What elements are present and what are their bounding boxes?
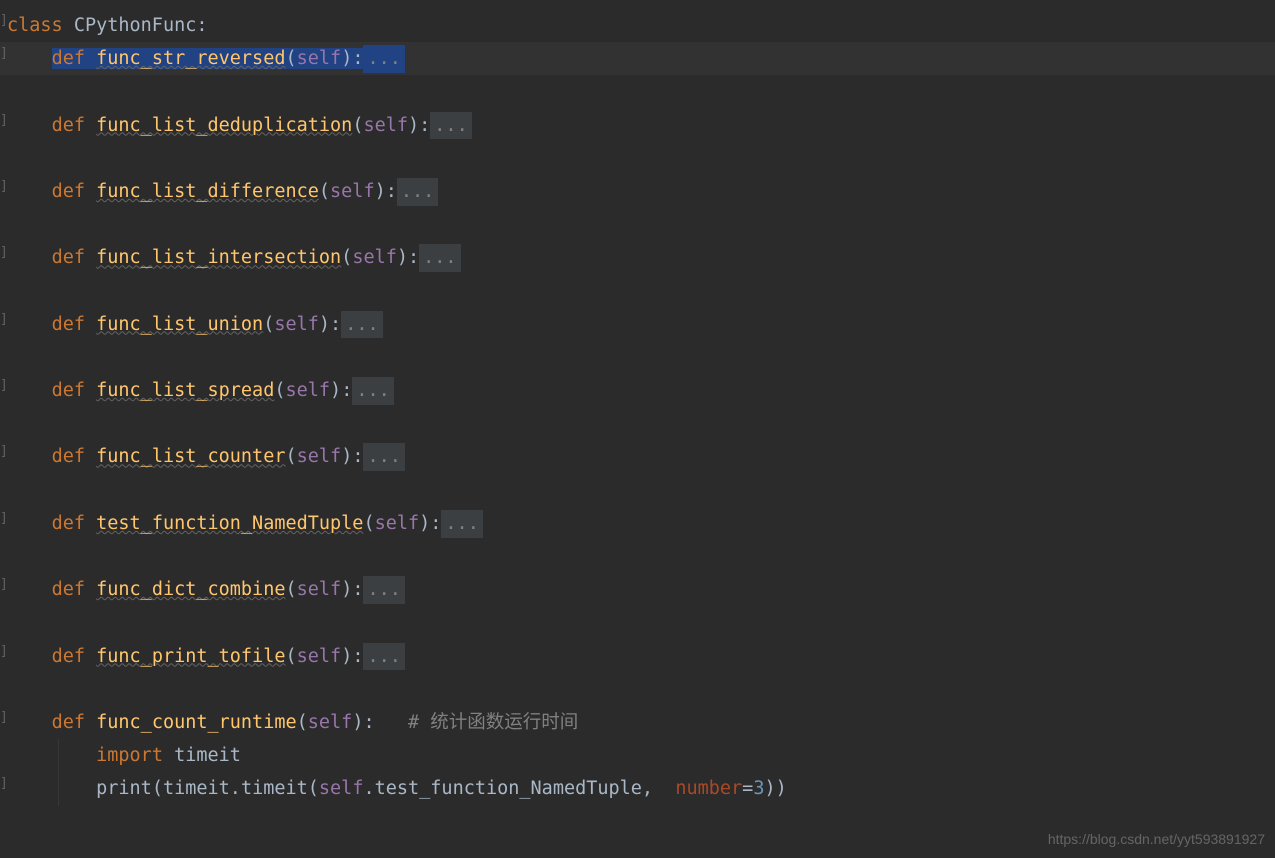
fold-ellipsis[interactable]: ... <box>363 45 404 73</box>
code-line[interactable]: ] def func_list_spread(self):... <box>0 374 1275 407</box>
method-name: func_list_union <box>96 314 263 335</box>
fold-ellipsis[interactable]: ... <box>419 244 460 272</box>
code-line[interactable]: ] def func_list_counter(self):... <box>0 440 1275 473</box>
comment: # 统计函数运行时间 <box>408 712 578 733</box>
blank-line <box>0 208 1275 241</box>
blank-line <box>0 407 1275 440</box>
method-name: func_str_reversed <box>96 48 285 69</box>
gutter-fold-icon[interactable]: ] <box>0 374 7 397</box>
gutter-fold-icon[interactable]: ] <box>0 706 7 729</box>
param-self: self <box>363 115 408 136</box>
blank-line <box>0 341 1275 374</box>
fold-ellipsis[interactable]: ... <box>363 643 404 671</box>
method-name: test_function_NamedTuple <box>96 513 363 534</box>
keyword-def: def <box>52 646 85 667</box>
keyword-def: def <box>52 579 85 600</box>
keyword-def: def <box>52 181 85 202</box>
gutter-fold-icon[interactable]: ] <box>0 573 7 596</box>
gutter-fold-icon[interactable]: ] <box>0 175 7 198</box>
code-line-highlighted[interactable]: ] def func_str_reversed(self):... <box>0 42 1275 75</box>
gutter-fold-icon[interactable]: ] <box>0 640 7 663</box>
code-line[interactable]: ] def func_count_runtime(self): # 统计函数运行… <box>0 706 1275 739</box>
code-line[interactable]: ] print(timeit.timeit(self.test_function… <box>0 772 1275 805</box>
ident-timeit: timeit <box>163 778 230 799</box>
gutter-fold-icon[interactable]: ] <box>0 440 7 463</box>
fold-ellipsis[interactable]: ... <box>441 510 482 538</box>
code-editor[interactable]: ] class CPythonFunc: ] def func_str_reve… <box>0 0 1275 806</box>
gutter-fold-icon[interactable]: ] <box>0 772 7 795</box>
code-line[interactable]: ] def func_list_difference(self):... <box>0 175 1275 208</box>
blank-line <box>0 142 1275 175</box>
gutter-fold-icon[interactable]: ] <box>0 42 7 65</box>
fold-ellipsis[interactable]: ... <box>430 112 471 140</box>
module-name: timeit <box>174 745 241 766</box>
method-name: func_count_runtime <box>96 712 296 733</box>
blank-line <box>0 275 1275 308</box>
gutter-fold-icon[interactable]: ] <box>0 507 7 530</box>
ident-timeit2: timeit <box>241 778 308 799</box>
method-name: func_list_difference <box>96 181 319 202</box>
method-name: func_list_deduplication <box>96 115 352 136</box>
blank-line <box>0 540 1275 573</box>
kwarg-name: number <box>675 778 742 799</box>
param-self: self <box>330 181 375 202</box>
param-self: self <box>285 380 330 401</box>
keyword-import: import <box>96 745 163 766</box>
fold-ellipsis[interactable]: ... <box>397 178 438 206</box>
param-self: self <box>297 646 342 667</box>
watermark: https://blog.csdn.net/yyt593891927 <box>1048 827 1265 852</box>
code-line[interactable]: ] def func_dict_combine(self):... <box>0 573 1275 606</box>
blank-line <box>0 606 1275 639</box>
builtin-print: print <box>96 778 152 799</box>
code-line[interactable]: ] def func_list_intersection(self):... <box>0 241 1275 274</box>
method-name: func_list_spread <box>96 380 274 401</box>
code-line[interactable]: ] def func_list_union(self):... <box>0 308 1275 341</box>
class-name: CPythonFunc <box>74 15 197 36</box>
param-self: self <box>308 712 353 733</box>
param-self: self <box>297 48 342 69</box>
gutter-fold-icon[interactable]: ] <box>0 241 7 264</box>
gutter-fold-icon[interactable]: ] <box>0 308 7 331</box>
keyword-class: class <box>7 15 63 36</box>
code-line[interactable]: import timeit <box>0 739 1275 772</box>
keyword-def: def <box>52 380 85 401</box>
number-literal: 3 <box>753 778 764 799</box>
method-name: func_list_counter <box>96 446 285 467</box>
keyword-def: def <box>52 48 85 69</box>
keyword-def: def <box>52 314 85 335</box>
param-self: self <box>274 314 319 335</box>
param-self: self <box>352 247 397 268</box>
fold-ellipsis[interactable]: ... <box>363 576 404 604</box>
blank-line <box>0 474 1275 507</box>
param-self: self <box>319 778 364 799</box>
keyword-def: def <box>52 712 85 733</box>
method-name: func_dict_combine <box>96 579 285 600</box>
keyword-def: def <box>52 446 85 467</box>
method-name: func_print_tofile <box>96 646 285 667</box>
gutter-fold-icon[interactable]: ] <box>0 9 7 32</box>
keyword-def: def <box>52 513 85 534</box>
blank-line <box>0 673 1275 706</box>
param-self: self <box>297 579 342 600</box>
code-line[interactable]: ] def test_function_NamedTuple(self):... <box>0 507 1275 540</box>
gutter-fold-icon[interactable]: ] <box>0 109 7 132</box>
keyword-def: def <box>52 115 85 136</box>
param-self: self <box>297 446 342 467</box>
code-line[interactable]: ] def func_print_tofile(self):... <box>0 640 1275 673</box>
param-self: self <box>375 513 420 534</box>
fold-ellipsis[interactable]: ... <box>341 311 382 339</box>
method-name: func_list_intersection <box>96 247 341 268</box>
keyword-def: def <box>52 247 85 268</box>
blank-line <box>0 75 1275 108</box>
method-ref: test_function_NamedTuple <box>375 778 642 799</box>
fold-ellipsis[interactable]: ... <box>352 377 393 405</box>
code-line[interactable]: ] def func_list_deduplication(self):... <box>0 109 1275 142</box>
fold-ellipsis[interactable]: ... <box>363 443 404 471</box>
code-line[interactable]: ] class CPythonFunc: <box>0 9 1275 42</box>
